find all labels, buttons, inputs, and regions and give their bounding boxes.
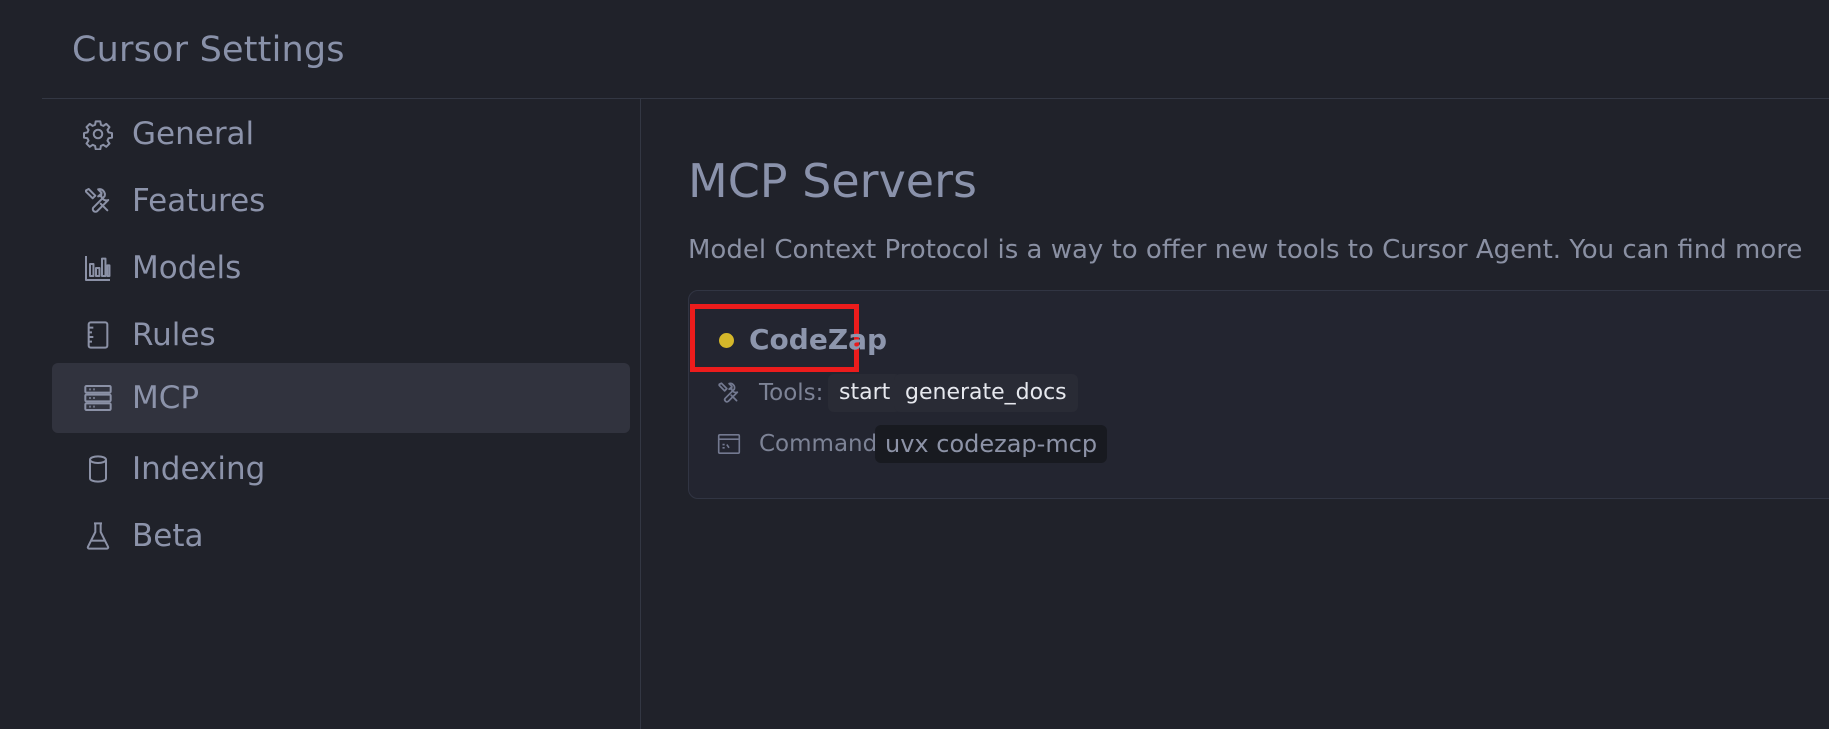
sidebar-item-label: MCP <box>132 380 200 416</box>
server-name[interactable]: CodeZap <box>749 321 887 359</box>
gear-icon <box>82 118 114 150</box>
command-value[interactable]: uvx codezap-mcp <box>875 425 1108 463</box>
sidebar-item-rules[interactable]: Rules <box>52 300 630 370</box>
tool-chip-generate-docs[interactable]: generate_docs <box>894 374 1078 412</box>
sidebar-item-models[interactable]: Models <box>52 233 630 303</box>
tools-icon <box>716 380 742 406</box>
sidebar-item-label: Rules <box>132 317 216 353</box>
settings-sidebar: General Features Models Rules MCP Indexi… <box>42 99 640 729</box>
sidebar-item-label: Models <box>132 250 242 286</box>
database-icon <box>82 453 114 485</box>
ruler-notebook-icon <box>82 319 114 351</box>
bar-chart-icon <box>82 252 114 284</box>
tools-label: Tools: <box>759 380 824 406</box>
sidebar-item-label: Features <box>132 183 266 219</box>
tool-chip-start[interactable]: start <box>828 374 902 412</box>
page-title: MCP Servers <box>688 154 977 208</box>
tools-icon <box>82 185 114 217</box>
page-description: Model Context Protocol is a way to offer… <box>688 235 1803 265</box>
mcp-settings-panel: MCP Servers Model Context Protocol is a … <box>641 99 1829 729</box>
sidebar-item-label: Indexing <box>132 451 266 487</box>
sidebar-item-features[interactable]: Features <box>52 166 630 236</box>
title-bar: Cursor Settings <box>0 0 1829 99</box>
sidebar-item-general[interactable]: General <box>52 99 630 169</box>
sidebar-item-beta[interactable]: Beta <box>52 501 630 571</box>
sidebar-item-mcp[interactable]: MCP <box>52 363 630 433</box>
flask-icon <box>82 520 114 552</box>
cursor-settings-window: Cursor Settings General Features Models … <box>0 0 1829 729</box>
mcp-server-card[interactable]: CodeZap Tools: start generate_docs Comma… <box>688 290 1829 499</box>
sidebar-item-label: Beta <box>132 518 204 554</box>
sidebar-item-label: General <box>132 116 255 152</box>
terminal-window-icon <box>716 431 742 457</box>
server-icon <box>82 382 114 414</box>
window-title: Cursor Settings <box>72 30 345 70</box>
status-dot-icon <box>719 333 734 348</box>
sidebar-item-indexing[interactable]: Indexing <box>52 434 630 504</box>
command-label: Command: <box>759 431 885 457</box>
